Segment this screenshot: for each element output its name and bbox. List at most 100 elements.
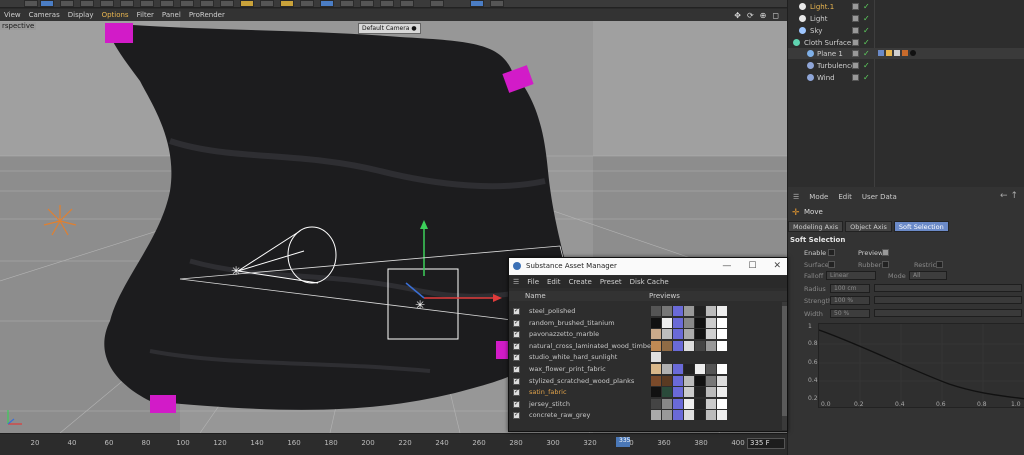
scale-tool-icon[interactable] (80, 0, 94, 7)
enabled-check-icon[interactable]: ✓ (863, 49, 870, 58)
object-row-plane1[interactable]: Plane 1 ✓ (788, 48, 1024, 59)
material-row[interactable]: jersey_stitch (509, 398, 781, 411)
width-field[interactable]: 50 % (830, 309, 870, 318)
menu-panel[interactable]: Panel (158, 11, 185, 19)
material-checkbox[interactable] (513, 319, 520, 327)
move-tool-icon[interactable] (60, 0, 74, 7)
menu-mode[interactable]: Mode (804, 193, 833, 201)
object-row-light[interactable]: Light ✓ (788, 13, 1024, 24)
camera-icon[interactable] (380, 0, 394, 7)
y-axis-lock-icon[interactable] (140, 0, 154, 7)
up-arrow-icon[interactable]: ↑ (1010, 191, 1018, 201)
floor-icon[interactable] (360, 0, 374, 7)
coordinate-system-icon[interactable] (180, 0, 194, 7)
timeline[interactable]: 20 40 60 80 100 120 140 160 180 200 220 … (0, 433, 787, 455)
layout-icon-3[interactable] (490, 0, 504, 7)
menu-create[interactable]: Create (565, 278, 596, 286)
light-tool-icon[interactable] (400, 0, 414, 7)
scrollbar-thumb[interactable] (782, 306, 787, 416)
maximize-icon[interactable]: ☐ (748, 261, 756, 271)
material-tag-icon[interactable] (902, 50, 908, 56)
menu-cameras[interactable]: Cameras (25, 11, 64, 19)
visibility-toggle[interactable] (852, 50, 859, 57)
tab-object-axis[interactable]: Object Axis (845, 221, 892, 232)
enabled-check-icon[interactable]: ✓ (863, 2, 870, 11)
falloff-select[interactable]: Linear (826, 271, 876, 280)
menu-edit[interactable]: Edit (833, 193, 857, 201)
maximize-view-icon[interactable]: ◻ (772, 11, 779, 20)
window-titlebar[interactable]: Substance Asset Manager — ☐ ✕ (509, 258, 787, 275)
material-checkbox[interactable] (513, 377, 520, 385)
array-icon[interactable] (320, 0, 334, 7)
move-view-icon[interactable]: ✥ (734, 11, 741, 20)
strength-field[interactable]: 100 % (830, 296, 870, 305)
material-row[interactable]: pavonazzetto_marble (509, 329, 781, 341)
substance-tag-icon[interactable] (910, 50, 916, 56)
visibility-toggle[interactable] (852, 27, 859, 34)
pen-spline-icon[interactable] (280, 0, 294, 7)
render-settings-icon[interactable] (240, 0, 254, 7)
rotate-view-icon[interactable]: ⟳ (747, 11, 754, 20)
radius-field[interactable]: 100 cm (830, 284, 870, 293)
enabled-check-icon[interactable]: ✓ (863, 73, 870, 82)
render-view-icon[interactable] (200, 0, 214, 7)
preview-checkbox[interactable] (882, 249, 889, 256)
texture-tag-icon[interactable] (894, 50, 900, 56)
back-arrow-icon[interactable]: ← (1000, 191, 1008, 201)
material-checkbox[interactable] (513, 307, 520, 315)
menu-edit[interactable]: Edit (543, 278, 565, 286)
menu-user-data[interactable]: User Data (857, 193, 902, 201)
material-row[interactable]: concrete_raw_grey (509, 410, 781, 422)
material-row[interactable]: studio_white_hard_sunlight (509, 352, 781, 364)
cube-primitive-icon[interactable] (260, 0, 274, 7)
material-checkbox[interactable] (513, 400, 520, 408)
object-row-light1[interactable]: Light.1 ✓ (788, 1, 1024, 12)
minimize-icon[interactable]: — (722, 261, 731, 271)
layout-icon-2[interactable] (470, 0, 484, 7)
zoom-view-icon[interactable]: ⊕ (760, 11, 767, 20)
substance-asset-manager-window[interactable]: Substance Asset Manager — ☐ ✕ ☰ File Edi… (508, 257, 788, 432)
material-checkbox[interactable] (513, 365, 520, 373)
strength-slider[interactable] (874, 296, 1022, 304)
x-axis-lock-icon[interactable] (120, 0, 134, 7)
end-frame-field[interactable]: 335 F (747, 438, 785, 449)
enable-checkbox[interactable] (828, 249, 835, 256)
material-row[interactable]: stylized_scratched_wood_planks (509, 375, 781, 388)
material-checkbox[interactable] (513, 330, 520, 339)
camera-label[interactable]: Default Camera ● (358, 23, 421, 34)
visibility-toggle[interactable] (852, 15, 859, 22)
tab-modeling-axis[interactable]: Modeling Axis (788, 221, 844, 232)
select-tool-icon[interactable] (40, 0, 54, 7)
layout-icon-1[interactable] (430, 0, 444, 7)
undo-tool-icon[interactable] (24, 0, 38, 7)
restrict-checkbox[interactable] (936, 261, 943, 268)
render-picture-viewer-icon[interactable] (220, 0, 234, 7)
deformer-icon[interactable] (340, 0, 354, 7)
material-checkbox[interactable] (513, 411, 520, 420)
material-checkbox[interactable] (513, 353, 520, 362)
surface-checkbox[interactable] (828, 261, 835, 268)
falloff-graph[interactable]: 1 0.8 0.6 0.4 0.2 0.0 0.2 0.4 0.6 0.8 1.… (808, 323, 1024, 409)
enabled-check-icon[interactable]: ✓ (863, 14, 870, 23)
menu-disk-cache[interactable]: Disk Cache (626, 278, 673, 286)
enabled-check-icon[interactable]: ✓ (863, 26, 870, 35)
menu-display[interactable]: Display (64, 11, 98, 19)
radius-slider[interactable] (874, 284, 1022, 292)
visibility-toggle[interactable] (852, 62, 859, 69)
object-row-cloth-surface[interactable]: Cloth Surface ✓ (788, 37, 1024, 48)
visibility-toggle[interactable] (852, 39, 859, 46)
pin-tag-icon[interactable] (886, 50, 892, 56)
tab-soft-selection[interactable]: Soft Selection (893, 221, 949, 232)
z-axis-lock-icon[interactable] (160, 0, 174, 7)
material-row[interactable]: wax_flower_print_fabric (509, 364, 781, 376)
subdivision-icon[interactable] (300, 0, 314, 7)
object-row-sky[interactable]: Sky ✓ (788, 25, 1024, 36)
close-icon[interactable]: ✕ (773, 261, 781, 271)
menu-hamburger-icon[interactable]: ☰ (788, 193, 804, 201)
width-slider[interactable] (874, 309, 1022, 317)
menu-view[interactable]: View (0, 11, 25, 19)
cloth-tag-icon[interactable] (878, 50, 884, 56)
material-row[interactable]: steel_polished (509, 306, 781, 318)
rubber-checkbox[interactable] (882, 261, 889, 268)
material-checkbox[interactable] (513, 342, 520, 350)
